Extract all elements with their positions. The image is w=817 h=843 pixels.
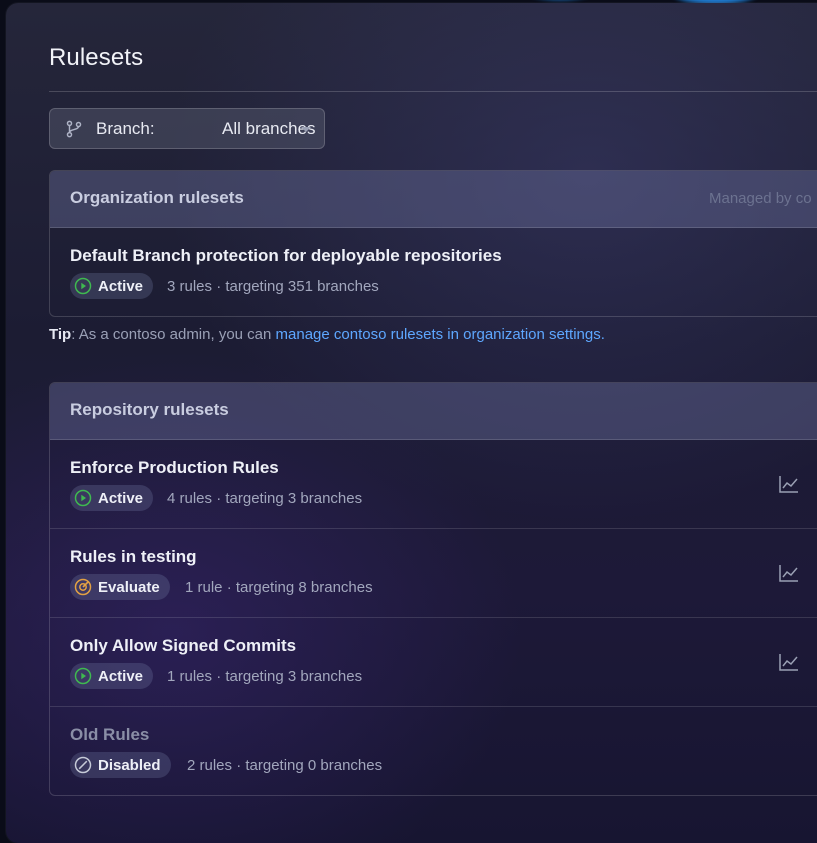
ruleset-meta: 4 rules · targeting 3 branches [167,490,363,507]
ruleset-row[interactable]: Enforce Production Rules Active 4 rules … [50,440,817,529]
section-title: Repository rulesets [70,400,229,419]
chevron-down-icon [301,127,311,132]
status-label: Evaluate [98,578,160,596]
graph-icon[interactable] [778,562,800,584]
status-badge: Disabled [70,752,171,778]
ruleset-row[interactable]: Rules in testing Evaluate 1 rule · targe… [50,529,817,618]
play-circle-icon [74,489,92,507]
ruleset-meta: 1 rule · targeting 8 branches [185,579,373,596]
play-circle-icon [74,667,92,685]
play-circle-icon [74,277,92,295]
status-badge: Active [70,485,154,511]
ruleset-row[interactable]: Default Branch protection for deployable… [50,228,817,316]
org-settings-link[interactable]: manage contoso rulesets in organization … [276,326,605,343]
graph-icon[interactable] [778,473,800,495]
ruleset-name[interactable]: Only Allow Signed Commits [70,636,296,656]
section-title: Organization rulesets [70,188,244,207]
ruleset-row[interactable]: Old Rules Disabled 2 rules · targeting 0… [50,707,817,795]
tip-label: Tip [49,326,72,343]
repository-rulesets-header: Repository rulesets [50,383,817,440]
graph-icon[interactable] [778,651,800,673]
ruleset-meta: 3 rules · targeting 351 branches [167,278,379,295]
status-label: Disabled [98,756,161,774]
slash-circle-icon [74,756,92,774]
git-branch-icon [66,120,82,138]
ruleset-meta: 2 rules · targeting 0 branches [187,757,383,774]
status-label: Active [98,277,144,295]
organization-rulesets-box: Organization rulesets Managed by co Defa… [49,170,817,317]
branch-filter-label: Branch: [96,119,155,138]
status-label: Active [98,489,144,507]
target-icon [74,578,92,596]
ruleset-name[interactable]: Rules in testing [70,547,197,567]
status-badge: Active [70,663,154,689]
page-title: Rulesets [49,44,144,71]
tip-body: : As a contoso admin, you can [71,326,276,343]
title-divider [49,91,817,92]
organization-rulesets-header: Organization rulesets Managed by co [50,171,817,228]
status-label: Active [98,667,144,685]
tip-text: Tip: As a contoso admin, you can manage … [49,326,605,343]
repository-rulesets-box: Repository rulesets Enforce Production R… [49,382,817,796]
ruleset-name[interactable]: Enforce Production Rules [70,458,279,478]
status-badge: Evaluate [70,574,170,600]
ruleset-name[interactable]: Old Rules [70,725,149,745]
ruleset-row[interactable]: Only Allow Signed Commits Active 1 rules… [50,618,817,707]
ruleset-meta: 1 rules · targeting 3 branches [167,668,363,685]
status-badge: Active [70,273,154,299]
managed-by-text: Managed by co [709,190,812,207]
ruleset-name[interactable]: Default Branch protection for deployable… [70,246,502,266]
branch-filter-dropdown[interactable]: Branch: All branches [49,108,325,149]
